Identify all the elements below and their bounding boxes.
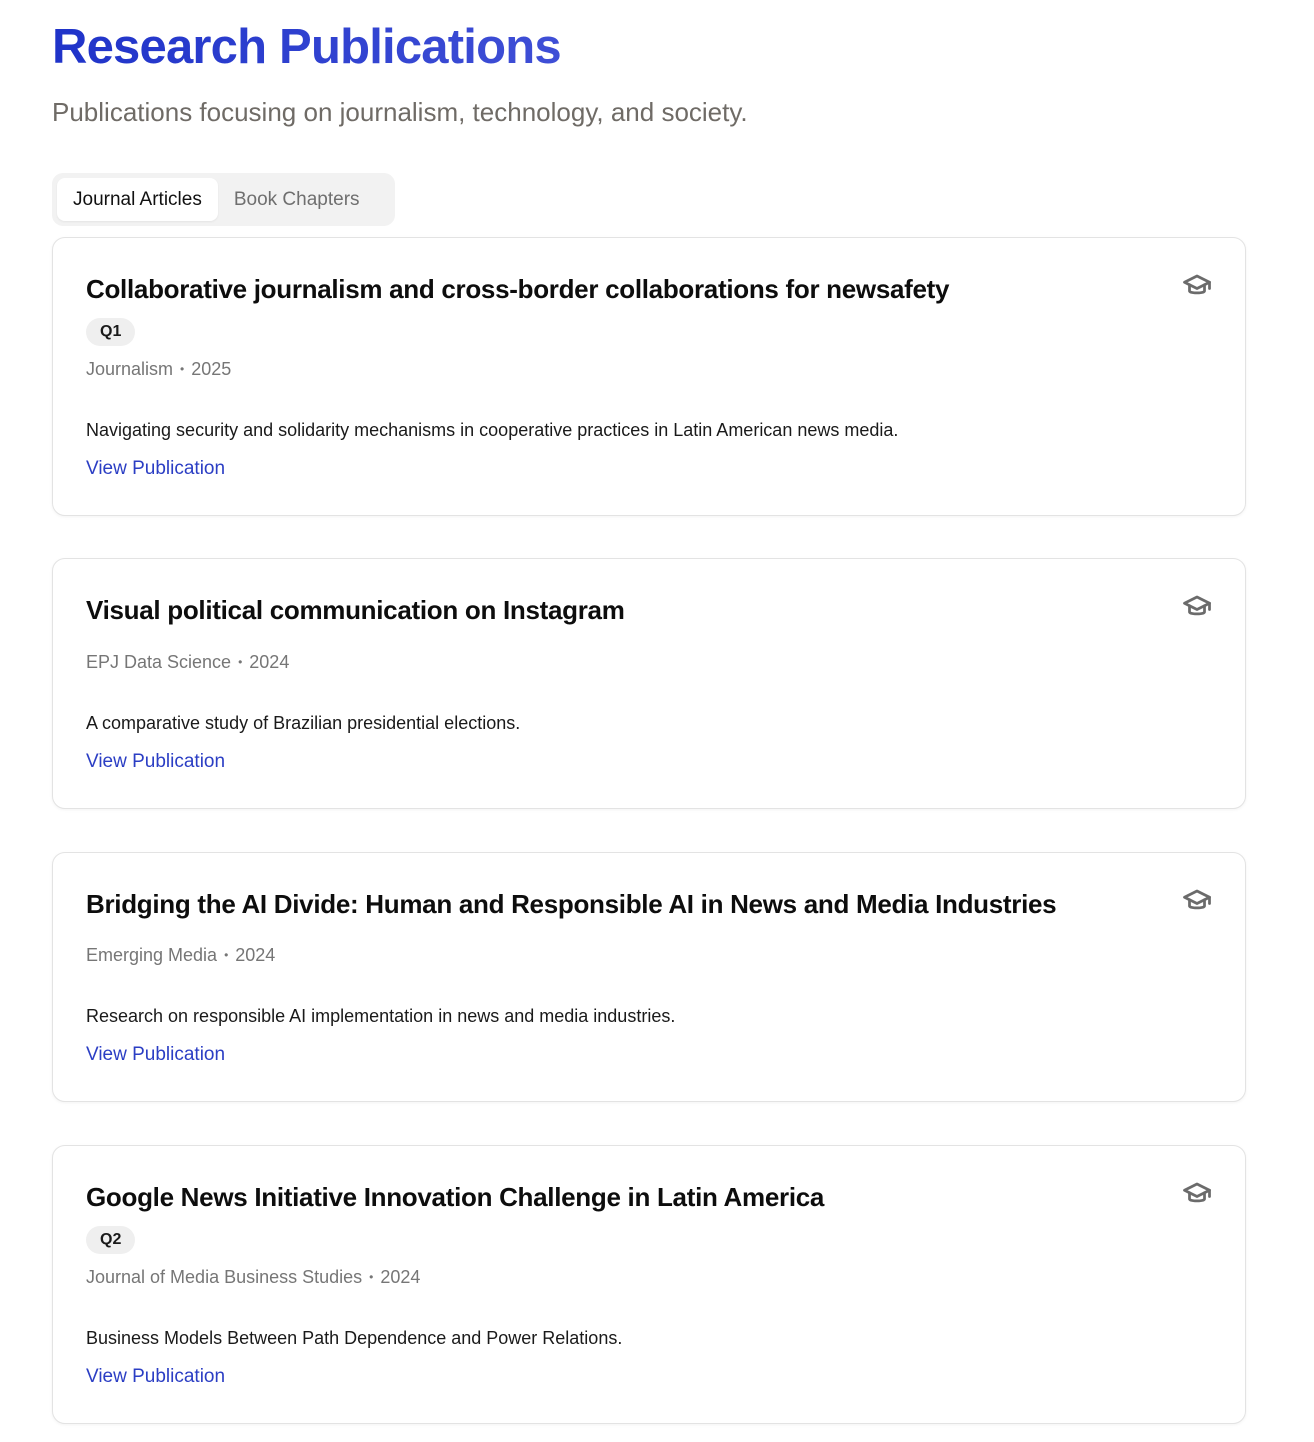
page-subtitle: Publications focusing on journalism, tec… bbox=[52, 97, 748, 127]
graduation-cap-icon bbox=[1182, 1179, 1212, 1209]
publication-meta: EPJ Data Science • 2024 bbox=[86, 652, 290, 672]
publication-description: Research on responsible AI implementatio… bbox=[86, 1006, 676, 1026]
journal-name: Emerging Media bbox=[86, 945, 218, 965]
graduation-cap-icon bbox=[1182, 271, 1212, 301]
quartile-badge: Q2 bbox=[86, 1226, 136, 1254]
publication-type-tabs: Journal Articles Book Chapters bbox=[52, 173, 395, 226]
graduation-cap-icon bbox=[1182, 592, 1212, 622]
publication-card: Collaborative journalism and cross-borde… bbox=[52, 237, 1246, 516]
publication-card: Visual political communication on Instag… bbox=[52, 558, 1246, 809]
graduation-cap-icon bbox=[1182, 886, 1212, 916]
view-publication-link[interactable]: View Publication bbox=[86, 457, 225, 481]
publication-title: Bridging the AI Divide: Human and Respon… bbox=[86, 889, 1057, 919]
view-publication-link[interactable]: View Publication bbox=[86, 1043, 225, 1067]
view-publication-link[interactable]: View Publication bbox=[86, 750, 225, 774]
publication-meta: Journal of Media Business Studies • 2024 bbox=[86, 1267, 421, 1287]
publication-title: Google News Initiative Innovation Challe… bbox=[86, 1182, 825, 1212]
publication-year: 2024 bbox=[380, 1267, 421, 1287]
publication-meta: Emerging Media • 2024 bbox=[86, 945, 276, 965]
journal-name: Journalism bbox=[86, 359, 174, 379]
page-title: Research Publications bbox=[52, 20, 562, 74]
publication-card: Bridging the AI Divide: Human and Respon… bbox=[52, 852, 1246, 1102]
view-publication-link[interactable]: View Publication bbox=[86, 1365, 225, 1389]
publication-description: Business Models Between Path Dependence … bbox=[86, 1328, 623, 1348]
publication-year: 2024 bbox=[249, 652, 290, 672]
publication-title: Visual political communication on Instag… bbox=[86, 595, 625, 625]
quartile-badge: Q1 bbox=[86, 318, 136, 346]
publication-description: A comparative study of Brazilian preside… bbox=[86, 713, 521, 733]
publication-year: 2025 bbox=[191, 359, 232, 379]
publication-title: Collaborative journalism and cross-borde… bbox=[86, 274, 950, 304]
publication-year: 2024 bbox=[235, 945, 276, 965]
publication-card: Google News Initiative Innovation Challe… bbox=[52, 1145, 1246, 1424]
tab-book-chapters[interactable]: Book Chapters bbox=[218, 178, 376, 221]
publication-meta: Journalism • 2025 bbox=[86, 359, 232, 379]
journal-name: Journal of Media Business Studies bbox=[86, 1267, 363, 1287]
publication-description: Navigating security and solidarity mecha… bbox=[86, 420, 899, 440]
tab-journal-articles[interactable]: Journal Articles bbox=[57, 178, 218, 221]
journal-name: EPJ Data Science bbox=[86, 652, 232, 672]
